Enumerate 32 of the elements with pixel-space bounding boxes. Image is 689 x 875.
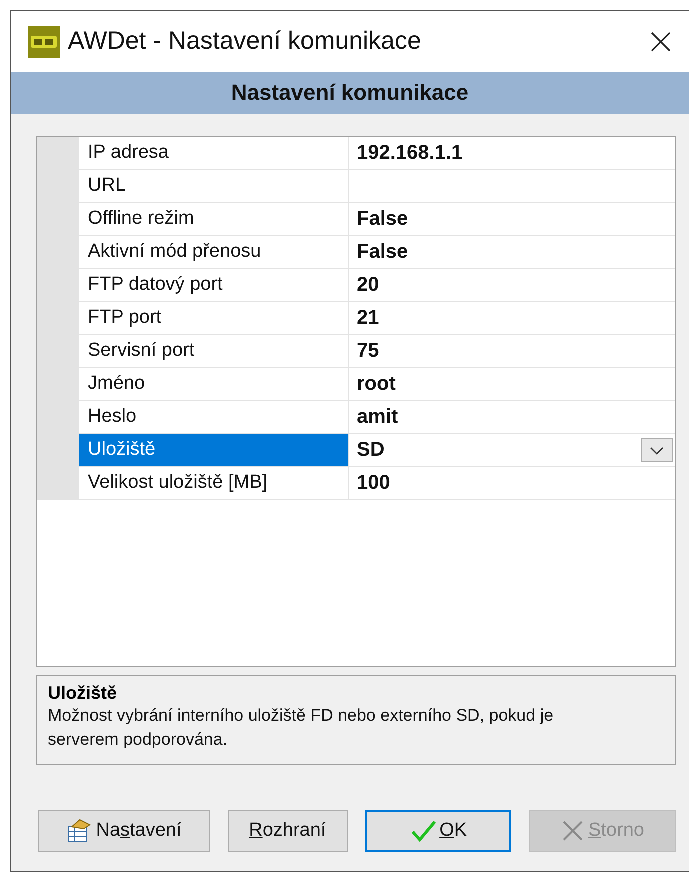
property-name[interactable]: Velikost uložiště [MB] bbox=[79, 467, 349, 499]
property-value[interactable]: 75 bbox=[349, 335, 675, 367]
property-value[interactable]: 21 bbox=[349, 302, 675, 334]
dropdown-button-icon[interactable] bbox=[641, 438, 673, 462]
close-icon[interactable] bbox=[651, 32, 671, 52]
description-text: Možnost vybrání interního uložiště FD nebo externího SD, pokud je serverem podporována. bbox=[48, 705, 555, 751]
property-value[interactable]: False bbox=[349, 203, 675, 235]
property-name[interactable]: Uložiště bbox=[79, 434, 349, 466]
property-name[interactable]: Aktivní mód přenosu bbox=[79, 236, 349, 268]
property-value[interactable]: 192.168.1.1 bbox=[349, 137, 675, 169]
property-value[interactable]: amit bbox=[349, 401, 675, 433]
settings-button[interactable]: Nastavení bbox=[38, 810, 210, 852]
checkmark-icon bbox=[410, 819, 438, 843]
property-name[interactable]: Heslo bbox=[79, 401, 349, 433]
property-name[interactable]: Offline režim bbox=[79, 203, 349, 235]
property-name[interactable]: FTP port bbox=[79, 302, 349, 334]
property-value[interactable]: 100 bbox=[349, 467, 675, 499]
property-name[interactable]: Servisní port bbox=[79, 335, 349, 367]
interface-button[interactable]: Rozhraní bbox=[228, 810, 348, 852]
ok-button[interactable]: OK bbox=[365, 810, 512, 852]
property-name[interactable]: Jméno bbox=[79, 368, 349, 400]
property-name[interactable]: FTP datový port bbox=[79, 269, 349, 301]
property-value[interactable]: SD bbox=[349, 434, 675, 466]
app-logo-icon bbox=[28, 26, 60, 58]
property-name[interactable]: IP adresa bbox=[79, 137, 349, 169]
description-title: Uložiště bbox=[48, 683, 118, 704]
property-name[interactable]: URL bbox=[79, 170, 349, 202]
property-value[interactable]: False bbox=[349, 236, 675, 268]
window-title: AWDet - Nastavení komunikace bbox=[68, 27, 422, 56]
header-title: Nastavení komunikace bbox=[231, 80, 469, 106]
property-value[interactable]: 20 bbox=[349, 269, 675, 301]
property-value[interactable]: root bbox=[349, 368, 675, 400]
